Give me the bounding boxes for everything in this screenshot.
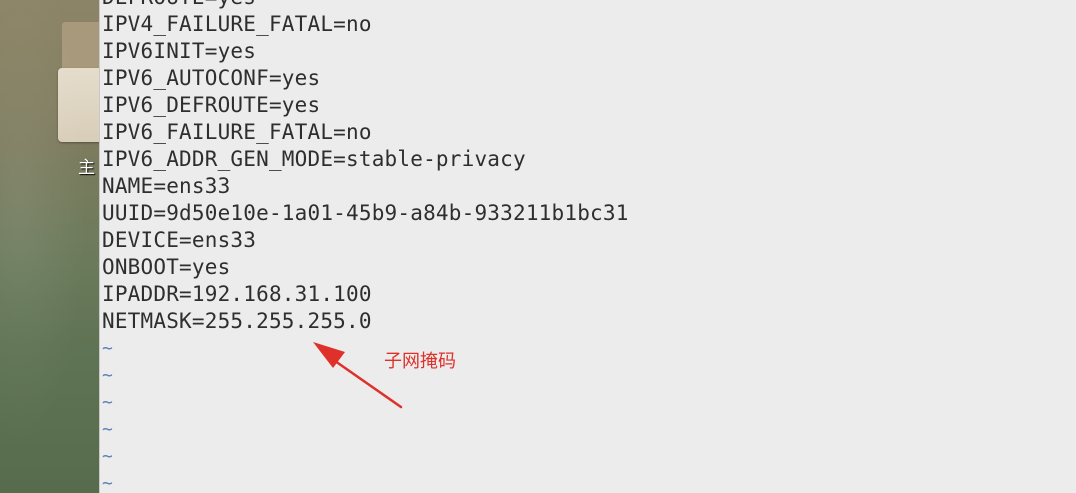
desktop-icon-label[interactable]: 主 (78, 158, 95, 178)
config-line: IPV4_FAILURE_FATAL=no (102, 12, 372, 36)
empty-line-marker: ~ (102, 446, 113, 467)
config-line: IPV6_AUTOCONF=yes (102, 66, 321, 90)
home-folder-icon[interactable] (58, 22, 102, 142)
config-line: DEVICE=ens33 (102, 228, 257, 252)
config-line-ipaddr: IPADDR=192.168.31.100 (102, 282, 372, 306)
config-line: ONBOOT=yes (102, 255, 231, 279)
config-line: DEFROUTE=yes (102, 0, 629, 11)
config-line: IPV6_FAILURE_FATAL=no (102, 120, 372, 144)
vi-editor-terminal[interactable]: DEFROUTE=yes IPV4_FAILURE_FATAL=no IPV6I… (99, 0, 1076, 493)
config-line: UUID=9d50e10e-1a01-45b9-a84b-933211b1bc3… (102, 201, 629, 225)
empty-line-marker: ~ (102, 419, 113, 440)
annotation-arrow-icon (313, 342, 403, 409)
folder-back-shape (62, 22, 102, 72)
empty-line-marker: ~ (102, 473, 113, 493)
subnet-mask-annotation: 子网掩码 (384, 351, 456, 372)
config-line: IPV6_ADDR_GEN_MODE=stable-privacy (102, 147, 526, 171)
config-line: NAME=ens33 (102, 174, 231, 198)
config-line: IPV6_DEFROUTE=yes (102, 93, 321, 117)
desktop-background: 主 (0, 0, 102, 493)
config-line: IPV6INIT=yes (102, 39, 257, 63)
folder-front-shape (58, 68, 100, 142)
